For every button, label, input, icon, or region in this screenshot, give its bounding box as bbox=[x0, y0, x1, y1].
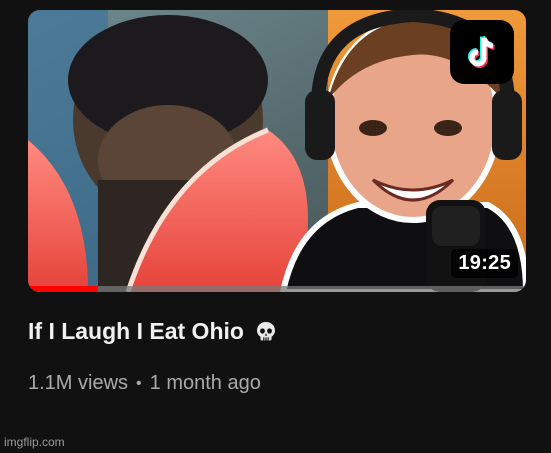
watch-progress-bar bbox=[28, 286, 526, 292]
duration-badge: 19:25 bbox=[451, 249, 518, 278]
view-count: 1.1M views bbox=[28, 372, 129, 394]
meta-separator: • bbox=[136, 374, 142, 392]
watch-progress-fill bbox=[28, 286, 98, 292]
video-meta: 1.1M views • 1 month ago bbox=[28, 372, 261, 395]
tiktok-icon bbox=[450, 20, 514, 84]
skull-icon bbox=[254, 320, 278, 344]
upload-age: 1 month ago bbox=[149, 372, 261, 394]
video-title[interactable]: If I Laugh I Eat Ohio bbox=[28, 318, 244, 345]
title-row[interactable]: If I Laugh I Eat Ohio bbox=[28, 318, 278, 345]
video-card[interactable]: 19:25 If I Laugh I Eat Ohio 1.1M views •… bbox=[0, 0, 551, 453]
watermark: imgflip.com bbox=[4, 435, 65, 449]
video-thumbnail[interactable]: 19:25 bbox=[28, 10, 526, 292]
